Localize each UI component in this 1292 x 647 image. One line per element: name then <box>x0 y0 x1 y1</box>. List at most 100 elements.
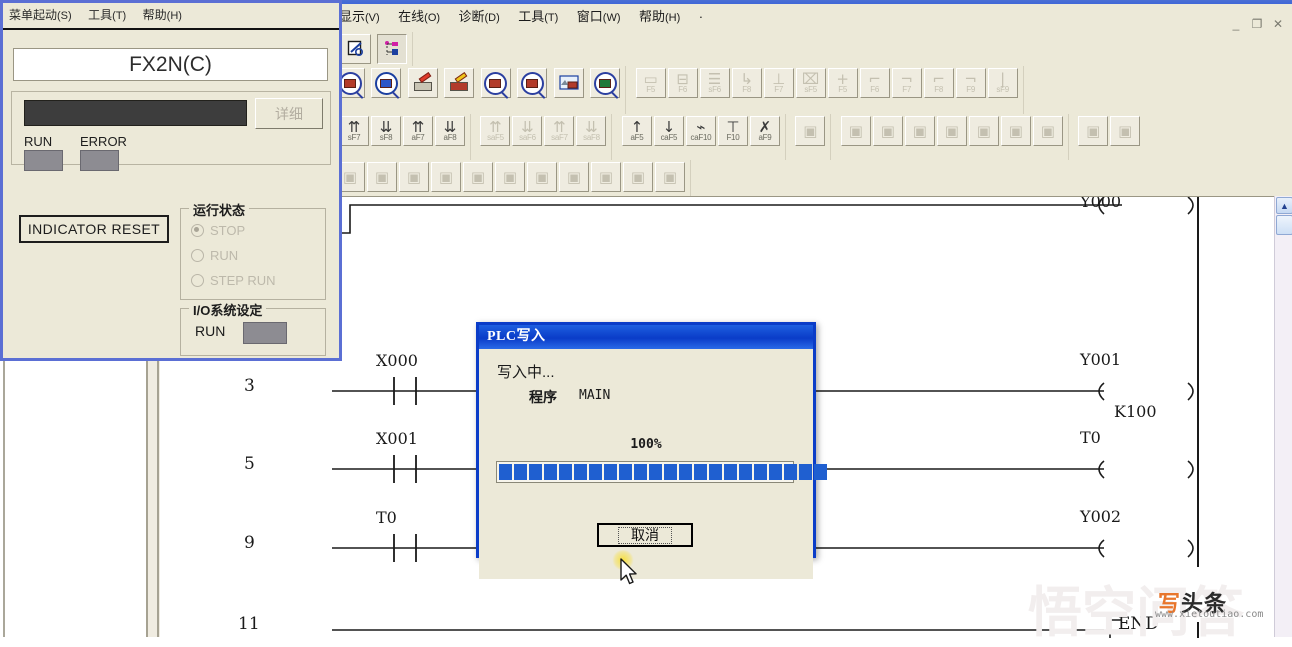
invert-branch-icon-glyph: ⇊ <box>585 117 598 136</box>
restore-icon[interactable]: ❐ <box>1247 15 1267 33</box>
ladder-tree2-icon[interactable]: ▣ <box>591 162 621 192</box>
contact-open-icon[interactable]: ▭ F5 <box>635 68 666 98</box>
progress-segment <box>799 464 812 480</box>
invert-operation-icon[interactable]: ⌁ caF10 <box>685 116 716 146</box>
fx-menu-item-help[interactable]: 帮助(H) <box>137 3 188 27</box>
monitor-device-icon[interactable] <box>371 68 402 99</box>
menu-item-tools[interactable]: 工具(T) <box>511 4 565 30</box>
io-setting-legend: I/O系统设定 <box>189 300 267 319</box>
invert-contact-icon[interactable]: ⇈ saF5 <box>480 116 511 146</box>
device-test-icon[interactable] <box>590 68 621 99</box>
invert-parallel-icon[interactable]: ⇊ saF6 <box>512 116 543 146</box>
ladder-tree1-icon[interactable]: ▣ <box>559 162 589 192</box>
global-monitor-icon-glyph: ▣ <box>534 168 550 186</box>
rising-pulse-contact-icon[interactable]: ⇈ sF7 <box>339 116 369 146</box>
new-window-icon[interactable]: ▣ <box>463 162 493 192</box>
comment-display-icon[interactable] <box>553 68 584 98</box>
menu-item-diagnostics[interactable]: 诊断(D) <box>452 4 507 30</box>
delete-contact-icon[interactable]: ✗ aF9 <box>749 116 780 146</box>
error-lamp <box>80 150 119 171</box>
invert-series-icon[interactable]: ⇈ saF7 <box>544 116 575 146</box>
plc-dialog-titlebar[interactable]: PLC写入 <box>479 325 813 349</box>
fx-menu-item-tools[interactable]: 工具(T) <box>82 3 132 27</box>
entry-ladder-icon[interactable]: ▣ <box>1000 116 1031 146</box>
menu-item-window[interactable]: 窗口(W) <box>570 4 628 30</box>
falling-pulse-parallel-icon[interactable]: ⇊ aF8 <box>435 116 465 146</box>
instruction-icon-shortcut: sF5 <box>804 84 817 94</box>
close-icon[interactable]: ✕ <box>1268 15 1288 33</box>
indicator-reset-button[interactable]: INDICATOR RESET <box>19 215 169 243</box>
document-list-icon[interactable]: ▣ <box>1110 116 1141 146</box>
delete-line-icon[interactable]: ⊤ F10 <box>717 116 748 146</box>
ladder-convert-icon[interactable]: ▣ <box>431 162 461 192</box>
plc-write-icon[interactable]: ▣ <box>872 116 903 146</box>
step-range-icon[interactable]: ▣ <box>936 116 967 146</box>
write-monitor-icon[interactable] <box>444 68 475 98</box>
scroll-up-button[interactable]: ▲ <box>1276 197 1292 214</box>
falling-pulse-contact-icon[interactable]: ⇊ sF8 <box>371 116 401 146</box>
contact-parallel-icon-glyph: ⊟ <box>676 69 689 88</box>
instruction-icon[interactable]: ⌧ sF5 <box>795 68 826 98</box>
display-mode-icon[interactable]: ▣ <box>655 162 685 192</box>
falling-pulse-parallel-icon-shortcut: aF8 <box>443 132 457 142</box>
branch-down-icon[interactable]: ↳ F8 <box>731 68 762 98</box>
plc-read-icon[interactable]: ▣ <box>840 116 871 146</box>
fx-menu-item-start[interactable]: 菜单起动(S) <box>3 3 78 27</box>
pulse-up-icon[interactable]: ↑ aF5 <box>621 116 652 146</box>
contact-parallel-icon[interactable]: ⊟ F6 <box>667 68 698 98</box>
global-monitor-icon[interactable]: ▣ <box>527 162 557 192</box>
plc-dialog-body: 写入中... 程序 MAIN 100% 取消 <box>479 349 827 579</box>
branch-down-icon-glyph: ↳ <box>740 69 753 88</box>
radio-run[interactable]: RUN <box>191 248 238 263</box>
corner-right-icon[interactable]: ¬ F9 <box>955 68 986 98</box>
vline-plus-icon-glyph: + <box>836 69 849 88</box>
plc-progress-percent: 100% <box>630 437 662 452</box>
detail-button[interactable]: 详细 <box>255 98 323 129</box>
contact-series-icon[interactable]: ☰ sF6 <box>699 68 730 98</box>
filter-icon[interactable]: ▣ <box>1078 116 1109 146</box>
invert-branch-icon[interactable]: ⇊ saF8 <box>576 116 607 146</box>
error-lamp-label: ERROR <box>80 134 127 149</box>
window-controls: _ ❐ ✕ <box>1204 14 1288 34</box>
plc-read-icon-glyph: ▣ <box>848 122 863 140</box>
invert-series-icon-shortcut: saF7 <box>551 132 568 142</box>
vertical-line-icon-shortcut: sF9 <box>996 84 1009 94</box>
vline-plus-icon[interactable]: + F5 <box>827 68 858 98</box>
corner-up-icon[interactable]: ⌐ F6 <box>859 68 890 98</box>
device-batch-icon[interactable]: ▣ <box>968 116 999 146</box>
ladder-tree3-icon[interactable]: ▣ <box>623 162 653 192</box>
write-edit-icon[interactable] <box>407 68 438 98</box>
plc-progress-bar <box>496 461 827 483</box>
monitor-zoom-icon[interactable]: ▣ <box>367 162 397 192</box>
vertical-line-icon[interactable]: | sF9 <box>987 68 1018 98</box>
pulse-down-icon[interactable]: ↓ caF5 <box>653 116 684 146</box>
find-device-icon[interactable] <box>341 34 371 64</box>
corner-down-icon[interactable]: ¬ F7 <box>891 68 922 98</box>
pulse-down-icon-glyph: ↓ <box>662 117 676 136</box>
zoom-in-icon[interactable] <box>480 68 511 99</box>
plc-program-name: MAIN <box>579 388 611 403</box>
plc-error-icon[interactable]: ▣ <box>904 116 935 146</box>
cascade-window-icon[interactable]: ▣ <box>495 162 525 192</box>
device-list-icon[interactable]: ▣ <box>795 116 826 146</box>
zoom-out-icon[interactable] <box>517 68 548 99</box>
pulse-up-icon-shortcut: aF5 <box>630 132 644 142</box>
rising-pulse-parallel-icon[interactable]: ⇈ aF7 <box>403 116 433 146</box>
invert-operation-icon-glyph: ⌁ <box>696 117 706 136</box>
program-tree-icon[interactable] <box>377 34 408 64</box>
menu-item-online[interactable]: 在线(O) <box>391 4 447 30</box>
scrollbar-thumb[interactable] <box>1276 215 1292 235</box>
vertical-scrollbar[interactable]: ▲ <box>1274 196 1292 637</box>
corner-left-icon[interactable]: ⌐ F8 <box>923 68 954 98</box>
radio-step-run[interactable]: STEP RUN <box>191 273 276 288</box>
coil-icon[interactable]: ⊥ F7 <box>763 68 794 98</box>
run-lamp-label: RUN <box>24 134 53 149</box>
minimize-icon[interactable]: _ <box>1226 15 1246 33</box>
radio-stop[interactable]: STOP <box>191 223 245 238</box>
device-sort-icon[interactable]: ▣ <box>1032 116 1063 146</box>
progress-segment <box>634 464 647 480</box>
cancel-button[interactable]: 取消 <box>597 523 693 547</box>
plc-write-icon-glyph: ▣ <box>880 122 895 140</box>
menu-item-help[interactable]: 帮助(H) <box>632 4 687 30</box>
sfc-icon[interactable]: ▣ <box>399 162 429 192</box>
